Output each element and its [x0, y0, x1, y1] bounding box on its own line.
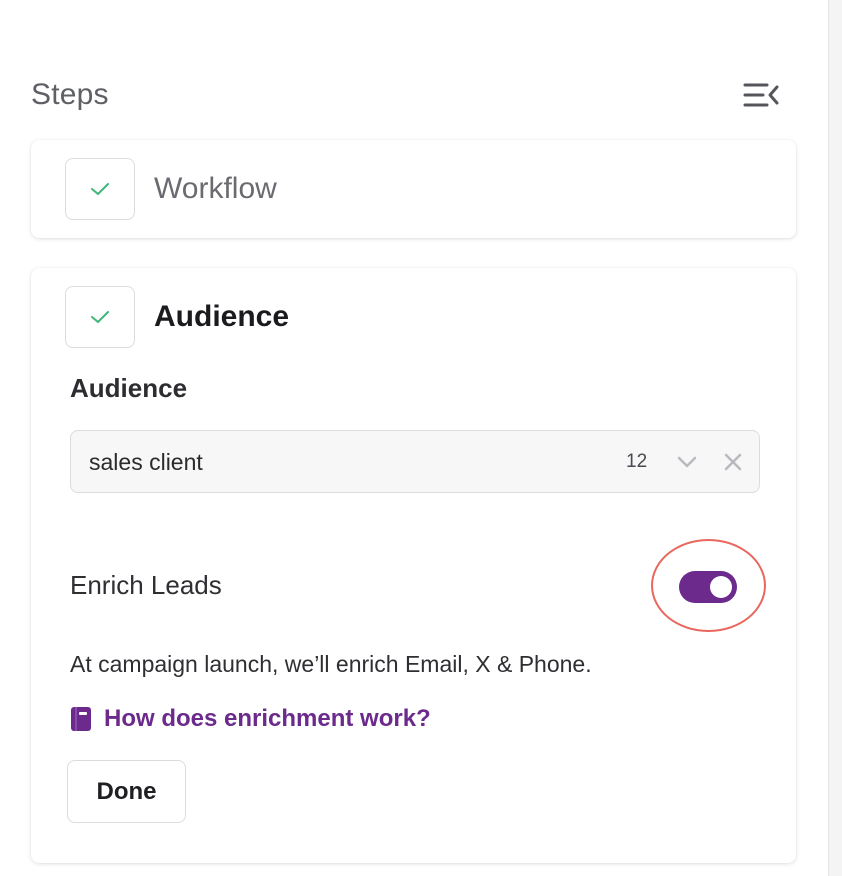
- enrichment-help-link[interactable]: How does enrichment work?: [70, 705, 431, 733]
- step-card-workflow[interactable]: Workflow: [31, 140, 796, 238]
- chevron-down-icon: [677, 456, 697, 468]
- audience-count-badge: 12: [626, 451, 648, 472]
- collapse-panel-icon: [743, 83, 779, 107]
- panel-divider: [828, 0, 842, 876]
- enrich-leads-label: Enrich Leads: [70, 570, 222, 600]
- audience-select[interactable]: sales client 12: [70, 430, 760, 493]
- done-button[interactable]: Done: [67, 760, 186, 823]
- step-status-audience: [65, 286, 135, 348]
- audience-select-value: sales client: [89, 449, 203, 475]
- dropdown-toggle[interactable]: [674, 449, 700, 475]
- collapse-panel-button[interactable]: [740, 76, 784, 114]
- enrichment-help-link-label: How does enrichment work?: [104, 705, 431, 732]
- steps-panel: Steps Workflow Audience Audience sales c…: [0, 0, 828, 876]
- step-status-workflow: [65, 158, 135, 220]
- enrich-description: At campaign launch, we’ll enrich Email, …: [70, 651, 592, 677]
- check-icon: [91, 183, 109, 195]
- audience-field-label: Audience: [70, 373, 188, 403]
- check-icon: [91, 311, 109, 323]
- step-title-audience: Audience: [154, 300, 290, 333]
- step-card-audience: Audience Audience sales client 12 Enrich…: [31, 268, 796, 863]
- highlight-ring: [651, 539, 766, 632]
- book-icon: [71, 707, 91, 731]
- steps-title: Steps: [31, 78, 109, 111]
- step-title-workflow: Workflow: [154, 172, 277, 205]
- clear-selection-button[interactable]: [720, 449, 746, 475]
- close-icon: [724, 453, 742, 471]
